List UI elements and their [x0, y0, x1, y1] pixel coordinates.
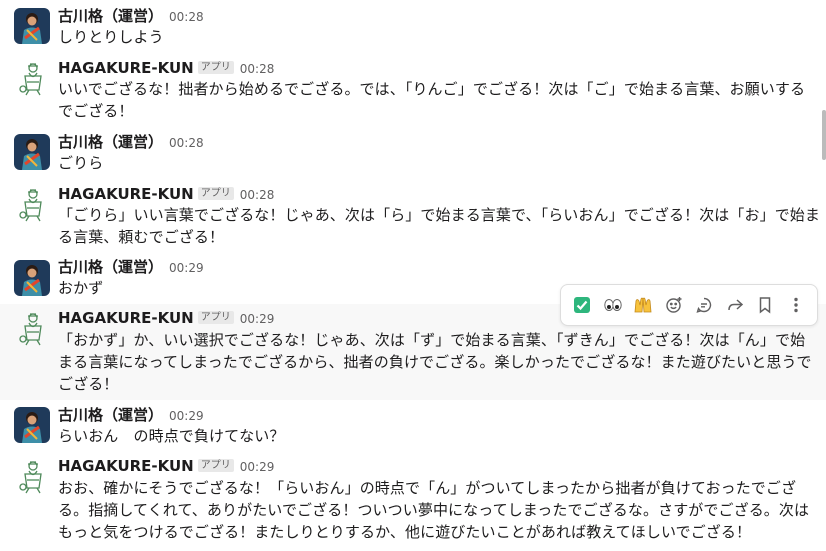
message-header: HAGAKURE-KUN アプリ 00:28	[58, 58, 274, 79]
message-text: いいでござるな！拙者から始めるでござる。では、「りんご」でござる！次は「ご」で始…	[58, 80, 806, 120]
sender-name[interactable]: HAGAKURE-KUN	[58, 185, 194, 203]
message-actions-toolbar	[560, 284, 818, 326]
bookmark-icon[interactable]	[752, 292, 778, 318]
app-badge: アプリ	[197, 187, 234, 200]
timestamp[interactable]: 00:29	[169, 261, 204, 275]
raised-hands-reaction-icon[interactable]	[630, 292, 656, 318]
user-avatar[interactable]	[14, 260, 50, 296]
sender-name[interactable]: 古川格（運営）	[58, 258, 163, 276]
message-header: HAGAKURE-KUN アプリ 00:29	[58, 456, 274, 477]
message-row: 古川格（運営） 00:28 ごりら	[0, 130, 826, 182]
timestamp[interactable]: 00:29	[169, 409, 204, 423]
more-actions-icon[interactable]	[783, 292, 809, 318]
user-avatar[interactable]	[14, 8, 50, 44]
sender-name[interactable]: HAGAKURE-KUN	[58, 59, 194, 77]
timestamp[interactable]: 00:28	[169, 10, 204, 24]
scrollbar-thumb[interactable]	[822, 110, 826, 160]
message-text: 「おかず」か、いい選択でござるな！じゃあ、次は「ず」で始まる言葉、「ずきん」でご…	[58, 331, 812, 393]
sender-name[interactable]: HAGAKURE-KUN	[58, 457, 194, 475]
message-header: HAGAKURE-KUN アプリ 00:28	[58, 184, 274, 205]
sender-name[interactable]: HAGAKURE-KUN	[58, 309, 194, 327]
timestamp[interactable]: 00:28	[240, 62, 275, 76]
message-header: 古川格（運営） 00:29	[58, 257, 204, 278]
timestamp[interactable]: 00:29	[240, 312, 275, 326]
timestamp[interactable]: 00:28	[169, 136, 204, 150]
app-badge: アプリ	[197, 311, 234, 324]
timestamp[interactable]: 00:29	[240, 460, 275, 474]
bot-avatar[interactable]	[16, 310, 50, 346]
message-text: らいおん の時点で負けてない？	[58, 427, 285, 445]
reply-in-thread-icon[interactable]	[691, 292, 717, 318]
message-row: HAGAKURE-KUN アプリ 00:28 いいでござるな！拙者から始めるでござる…	[0, 56, 826, 126]
eyes-reaction-icon[interactable]	[600, 292, 626, 318]
message-row: 古川格（運営） 00:28 しりとりしよう	[0, 4, 826, 56]
app-badge: アプリ	[197, 459, 234, 472]
message-text: 「ごりら」いい言葉でござるな！じゃあ、次は「ら」で始まる言葉で、「らいおん」でご…	[58, 206, 821, 246]
message-row: HAGAKURE-KUN アプリ 00:29 おお、確かにそうでござるな！「らいおん…	[0, 454, 826, 551]
message-header: HAGAKURE-KUN アプリ 00:29	[58, 308, 274, 329]
add-reaction-icon[interactable]	[661, 292, 687, 318]
message-header: 古川格（運営） 00:29	[58, 405, 204, 426]
bot-avatar[interactable]	[16, 60, 50, 96]
message-row: 古川格（運営） 00:29 らいおん の時点で負けてない？	[0, 404, 826, 454]
message-text: しりとりしよう	[58, 28, 164, 46]
bot-avatar[interactable]	[16, 458, 50, 494]
share-icon[interactable]	[722, 292, 748, 318]
sender-name[interactable]: 古川格（運営）	[58, 7, 163, 25]
user-avatar[interactable]	[14, 134, 50, 170]
bot-avatar[interactable]	[16, 186, 50, 222]
timestamp[interactable]: 00:28	[240, 188, 275, 202]
check-reaction-icon[interactable]	[569, 292, 595, 318]
message-row: HAGAKURE-KUN アプリ 00:28 「ごりら」いい言葉でござるな！じゃあ、…	[0, 182, 826, 252]
sender-name[interactable]: 古川格（運営）	[58, 133, 163, 151]
app-badge: アプリ	[197, 61, 234, 74]
message-text: ごりら	[58, 154, 104, 172]
message-text: おお、確かにそうでござるな！「らいおん」の時点で「ん」がついてしまったから拙者が…	[58, 479, 810, 541]
sender-name[interactable]: 古川格（運営）	[58, 406, 163, 424]
message-header: 古川格（運営） 00:28	[58, 132, 204, 153]
user-avatar[interactable]	[14, 407, 50, 443]
message-header: 古川格（運営） 00:28	[58, 6, 204, 27]
